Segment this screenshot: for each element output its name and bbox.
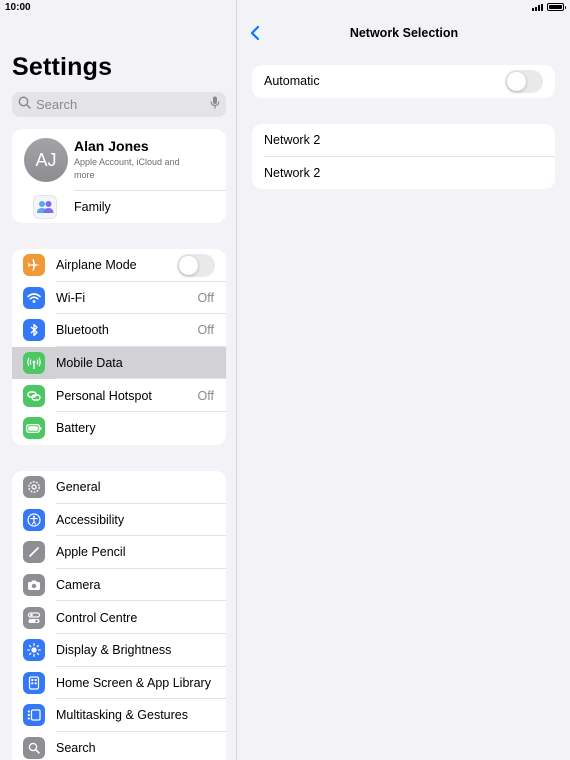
- sidebar-item-wifi[interactable]: Wi-Fi Off: [12, 282, 226, 315]
- sidebar-item-label: Multitasking & Gestures: [56, 708, 188, 723]
- multitasking-icon: [23, 704, 45, 727]
- wifi-status-value: Off: [197, 290, 214, 305]
- avatar: AJ: [24, 138, 68, 182]
- sidebar-item-label: Airplane Mode: [56, 258, 137, 273]
- automatic-card: Automatic: [252, 65, 555, 98]
- account-name: Alan Jones: [74, 138, 149, 154]
- pencil-icon: [23, 541, 45, 564]
- sidebar-item-multitasking[interactable]: Multitasking & Gestures: [12, 699, 226, 732]
- search-icon: [23, 737, 45, 760]
- search-input[interactable]: Search: [12, 92, 226, 117]
- sidebar-item-camera[interactable]: Camera: [12, 569, 226, 602]
- sidebar-item-general[interactable]: General: [12, 471, 226, 504]
- airplane-mode-toggle[interactable]: [177, 253, 215, 277]
- general-group: General Accessibility Apple Pencil Camer…: [12, 471, 226, 760]
- sidebar-item-battery[interactable]: Battery: [12, 412, 226, 445]
- status-indicators: [532, 3, 566, 11]
- automatic-row[interactable]: Automatic: [252, 65, 555, 98]
- automatic-toggle[interactable]: [505, 69, 543, 93]
- wifi-icon: [23, 286, 45, 309]
- network-label: Network 2: [264, 133, 321, 148]
- bluetooth-status-value: Off: [197, 323, 214, 338]
- sidebar-item-label: Search: [56, 741, 96, 756]
- sidebar-item-label: Camera: [56, 578, 101, 593]
- sidebar-item-label: Battery: [56, 421, 96, 436]
- search-placeholder: Search: [36, 97, 78, 112]
- sidebar-item-airplane-mode[interactable]: Airplane Mode: [12, 249, 226, 282]
- cellular-signal-icon: [532, 3, 543, 11]
- microphone-icon[interactable]: [210, 96, 220, 114]
- family-label[interactable]: Family: [74, 200, 111, 214]
- sidebar-item-accessibility[interactable]: Accessibility: [12, 504, 226, 537]
- sidebar-item-search[interactable]: Search: [12, 732, 226, 760]
- sidebar-item-label: Apple Pencil: [56, 545, 126, 560]
- divider: [74, 190, 226, 191]
- sidebar-item-mobile-data[interactable]: Mobile Data: [12, 346, 226, 380]
- detail-header: Network Selection: [238, 20, 570, 46]
- sidebar-item-personal-hotspot[interactable]: Personal Hotspot Off: [12, 379, 226, 412]
- battery-icon: [23, 417, 45, 440]
- sidebar-item-home-screen[interactable]: Home Screen & App Library: [12, 667, 226, 700]
- sidebar-item-display-brightness[interactable]: Display & Brightness: [12, 634, 226, 667]
- network-row[interactable]: Network 2: [252, 157, 555, 190]
- camera-icon: [23, 574, 45, 597]
- sidebar-item-bluetooth[interactable]: Bluetooth Off: [12, 314, 226, 347]
- search-icon: [18, 96, 31, 114]
- airplane-icon: [23, 254, 45, 277]
- connectivity-group: Airplane Mode Wi-Fi Off Bluetooth Off Mo…: [12, 249, 226, 445]
- sidebar-item-label: Display & Brightness: [56, 643, 172, 658]
- sidebar-item-label: Home Screen & App Library: [56, 675, 211, 690]
- sidebar-item-label: Personal Hotspot: [56, 388, 152, 403]
- account-subtitle: Apple Account, iCloud and more: [74, 157, 180, 180]
- network-list: Network 2 Network 2: [252, 124, 555, 189]
- bluetooth-icon: [23, 319, 45, 342]
- hotspot-icon: [23, 384, 45, 407]
- page-title: Settings: [12, 53, 113, 81]
- sun-icon: [23, 639, 45, 662]
- sidebar-item-label: Bluetooth: [56, 323, 109, 338]
- home-screen-icon: [23, 671, 45, 694]
- account-card[interactable]: AJ Alan Jones Apple Account, iCloud and …: [12, 129, 226, 223]
- sidebar-item-label: General: [56, 480, 101, 495]
- family-icon: [33, 195, 57, 219]
- accessibility-icon: [23, 508, 45, 531]
- sidebar-item-label: Wi-Fi: [56, 290, 86, 305]
- gear-icon: [23, 476, 45, 499]
- network-label: Network 2: [264, 165, 321, 180]
- control-centre-icon: [23, 606, 45, 629]
- hotspot-status-value: Off: [197, 388, 214, 403]
- settings-sidebar: Settings Search AJ Alan Jones Apple Acco…: [0, 0, 237, 760]
- sidebar-item-label: Control Centre: [56, 610, 138, 625]
- sidebar-item-apple-pencil[interactable]: Apple Pencil: [12, 536, 226, 569]
- sidebar-item-label: Accessibility: [56, 512, 125, 527]
- antenna-icon: [23, 352, 45, 375]
- network-row[interactable]: Network 2: [252, 124, 555, 157]
- detail-title: Network Selection: [349, 26, 459, 40]
- battery-status-icon: [547, 3, 566, 11]
- sidebar-item-control-centre[interactable]: Control Centre: [12, 601, 226, 634]
- sidebar-item-label: Mobile Data: [56, 356, 123, 371]
- automatic-label: Automatic: [264, 74, 320, 89]
